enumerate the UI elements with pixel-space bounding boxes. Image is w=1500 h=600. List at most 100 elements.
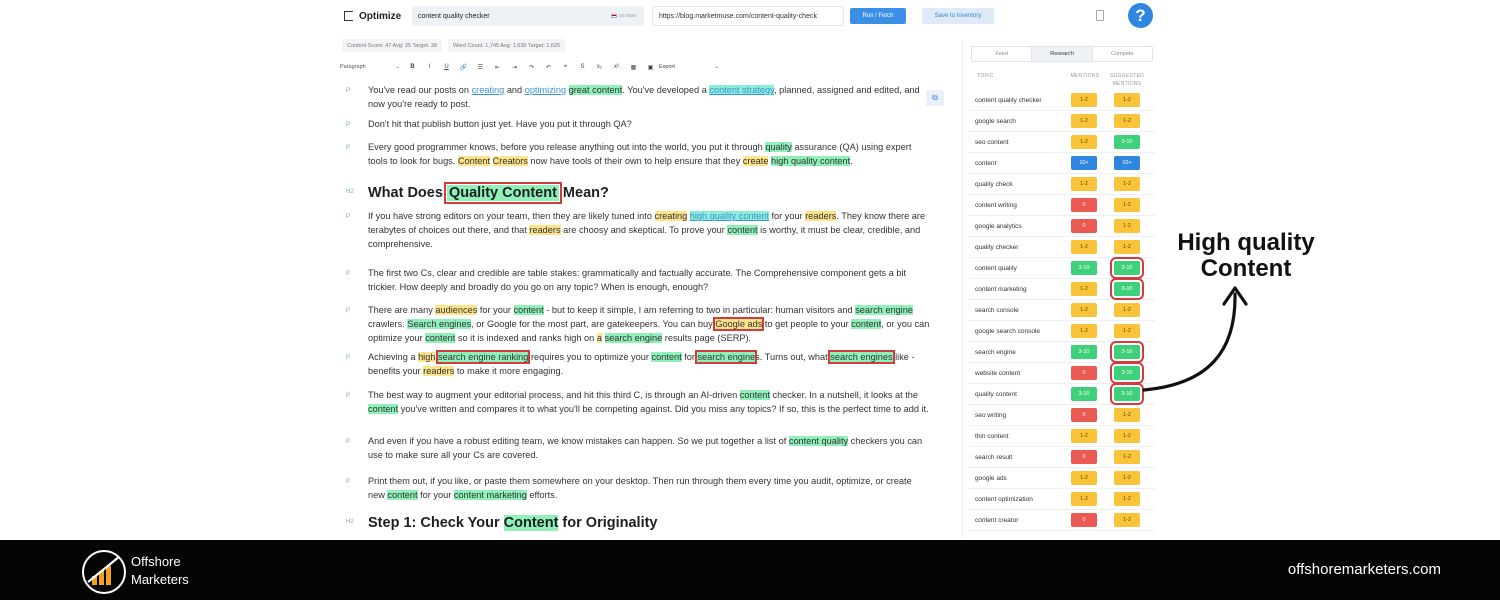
tab-feed[interactable]: Feed bbox=[972, 47, 1033, 61]
topic-row[interactable]: content creator 0 1-2 bbox=[969, 510, 1155, 531]
help-button[interactable]: ? bbox=[1128, 3, 1153, 28]
text-run: crawlers. bbox=[368, 318, 408, 329]
tab-compete[interactable]: Compete bbox=[1093, 47, 1152, 61]
toolbar-button[interactable]: ▣ bbox=[642, 61, 659, 73]
block-type-tag: P bbox=[346, 213, 351, 220]
highlighted-term[interactable]: Content bbox=[457, 155, 491, 166]
highlighted-term[interactable]: Google ads bbox=[713, 316, 765, 331]
topic-row[interactable]: google search console 1-2 1-2 bbox=[969, 321, 1155, 342]
topic-name: google ads bbox=[975, 474, 1007, 482]
toolbar-button[interactable]: I bbox=[421, 61, 438, 73]
editor-content[interactable]: ⧉ P You've read our posts on creating and… bbox=[336, 84, 956, 540]
highlighted-term[interactable]: create bbox=[742, 155, 769, 166]
chevron-down-icon: ⌄ bbox=[714, 64, 719, 70]
topic-row[interactable]: website content 0 3-10 bbox=[969, 362, 1155, 384]
locale-selector[interactable]: US SEM bbox=[610, 13, 636, 18]
highlighted-term[interactable]: audiences bbox=[435, 305, 478, 315]
toolbar-button[interactable]: x² bbox=[608, 61, 625, 73]
toolbar-button[interactable]: ▦ bbox=[625, 61, 642, 73]
mentions-badge: 1-2 bbox=[1071, 282, 1097, 296]
highlighted-term[interactable]: content bbox=[739, 390, 770, 400]
topic-row[interactable]: search engine 3-10 3-10 bbox=[969, 341, 1155, 363]
highlighted-term[interactable]: content bbox=[851, 318, 882, 329]
toolbar-button[interactable]: B bbox=[404, 61, 421, 73]
suggested-mentions-badge: 3-10 bbox=[1110, 362, 1144, 384]
keyword-input[interactable]: content quality checker US SEM bbox=[412, 6, 644, 26]
document-icon[interactable] bbox=[1096, 10, 1104, 21]
format-buttons: B I U 🔗 ☰ ⇤ ⇥ ↷ ↶ ❝ Sx₂ x² ▦ ▣ bbox=[404, 61, 659, 73]
topic-row[interactable]: content quality 3-10 3-10 bbox=[969, 257, 1155, 279]
run-fetch-button[interactable]: Run / Fetch bbox=[850, 8, 906, 24]
toolbar-button[interactable]: U bbox=[438, 61, 455, 73]
topic-row[interactable]: search console 1-2 1-2 bbox=[969, 300, 1155, 321]
highlighted-term[interactable]: readers bbox=[529, 224, 561, 235]
toolbar-button[interactable]: x₂ bbox=[591, 61, 608, 73]
toolbar-button[interactable]: S bbox=[574, 61, 591, 73]
highlighted-term[interactable]: creating bbox=[654, 211, 688, 221]
highlighted-term[interactable]: great content bbox=[568, 85, 623, 95]
topic-row[interactable]: quality content 3-10 3-10 bbox=[969, 383, 1155, 405]
highlighted-term[interactable]: search engine bbox=[855, 305, 913, 315]
highlighted-term[interactable]: Creators bbox=[492, 155, 528, 166]
highlighted-term[interactable]: Search engines bbox=[407, 318, 472, 329]
url-input[interactable]: https://blog.marketmuse.com/content-qual… bbox=[652, 6, 844, 26]
highlighted-term[interactable]: Quality Content bbox=[443, 182, 562, 204]
footer-domain[interactable]: offshoremarketers.com bbox=[1288, 561, 1441, 578]
highlighted-term[interactable]: content bbox=[651, 352, 682, 362]
highlighted-term[interactable]: optimizing bbox=[525, 85, 566, 95]
paragraph-style-select[interactable]: Paragraph ⌄ bbox=[340, 61, 404, 73]
highlighted-term[interactable]: search engines bbox=[828, 350, 895, 364]
tab-research[interactable]: Research bbox=[1032, 47, 1093, 61]
highlighted-term[interactable]: quality bbox=[765, 142, 792, 152]
toolbar-button[interactable]: ❝ bbox=[557, 61, 574, 73]
topic-row[interactable]: content marketing 1-2 3-10 bbox=[969, 278, 1155, 300]
text-run: . You've developed a bbox=[622, 85, 710, 95]
highlighted-term[interactable]: Content bbox=[503, 515, 559, 531]
highlighted-term[interactable]: content bbox=[387, 489, 418, 500]
topic-row[interactable]: content 10+ 10+ bbox=[969, 153, 1155, 174]
paragraph-text: There are many audiences for your conten… bbox=[368, 304, 930, 345]
topic-row[interactable]: google ads 1-2 1-2 bbox=[969, 468, 1155, 489]
topic-row[interactable]: content writing 0 1-2 bbox=[969, 195, 1155, 216]
highlighted-term[interactable]: content marketing bbox=[453, 489, 527, 500]
topic-row[interactable]: content quality checker 1-2 1-2 bbox=[969, 90, 1155, 111]
topic-row[interactable]: seo content 1-2 3-10 bbox=[969, 132, 1155, 153]
topic-row[interactable]: seo writing 0 1-2 bbox=[969, 405, 1155, 426]
highlighted-term[interactable]: content bbox=[425, 332, 456, 343]
topic-row[interactable]: search result 0 1-2 bbox=[969, 447, 1155, 468]
keyword-value: content quality checker bbox=[418, 12, 490, 20]
optimize-icon bbox=[344, 11, 353, 21]
toolbar-button[interactable]: 🔗 bbox=[455, 61, 472, 73]
highlighted-term[interactable]: content bbox=[368, 403, 399, 414]
highlighted-term[interactable]: search engine bbox=[604, 332, 663, 343]
topic-row[interactable]: thin content 1-2 1-2 bbox=[969, 426, 1155, 447]
export-menu[interactable]: Export ⌄ bbox=[659, 61, 719, 73]
highlighted-term[interactable]: high bbox=[418, 352, 436, 362]
highlighted-term[interactable]: content bbox=[727, 224, 758, 235]
toolbar-button[interactable]: ⇥ bbox=[506, 61, 523, 73]
toolbar-button[interactable]: ☰ bbox=[472, 61, 489, 73]
highlighted-term[interactable]: readers bbox=[805, 211, 837, 221]
highlighted-term[interactable]: content bbox=[513, 305, 544, 315]
block-type-tag: P bbox=[346, 121, 351, 128]
highlighted-term[interactable]: search engine bbox=[695, 350, 758, 364]
topic-row[interactable]: content optimization 1-2 1-2 bbox=[969, 489, 1155, 510]
toolbar-button[interactable]: ⇤ bbox=[489, 61, 506, 73]
highlighted-term[interactable]: high quality content bbox=[689, 211, 769, 221]
topic-row[interactable]: quality check 1-2 1-2 bbox=[969, 174, 1155, 195]
logo-chart-icon bbox=[87, 555, 121, 585]
toolbar-button[interactable]: ↶ bbox=[540, 61, 557, 73]
topic-row[interactable]: google search 1-2 1-2 bbox=[969, 111, 1155, 132]
topic-name: content quality bbox=[975, 264, 1017, 272]
highlighted-term[interactable]: creating bbox=[472, 85, 505, 95]
highlighted-term[interactable]: search engine ranking bbox=[435, 350, 531, 364]
highlighted-term[interactable]: content quality bbox=[788, 436, 849, 446]
highlighted-term[interactable]: high quality content bbox=[771, 155, 851, 166]
toolbar-button[interactable]: ↷ bbox=[523, 61, 540, 73]
highlighted-term[interactable]: content strategy bbox=[709, 85, 775, 95]
save-to-inventory-button[interactable]: Save to Inventory bbox=[922, 8, 994, 24]
topic-row[interactable]: quality checker 1-2 1-2 bbox=[969, 237, 1155, 258]
highlighted-term[interactable]: readers bbox=[423, 365, 455, 376]
topic-row[interactable]: google analytics 0 1-2 bbox=[969, 216, 1155, 237]
mentions-badge: 3-10 bbox=[1071, 345, 1097, 359]
